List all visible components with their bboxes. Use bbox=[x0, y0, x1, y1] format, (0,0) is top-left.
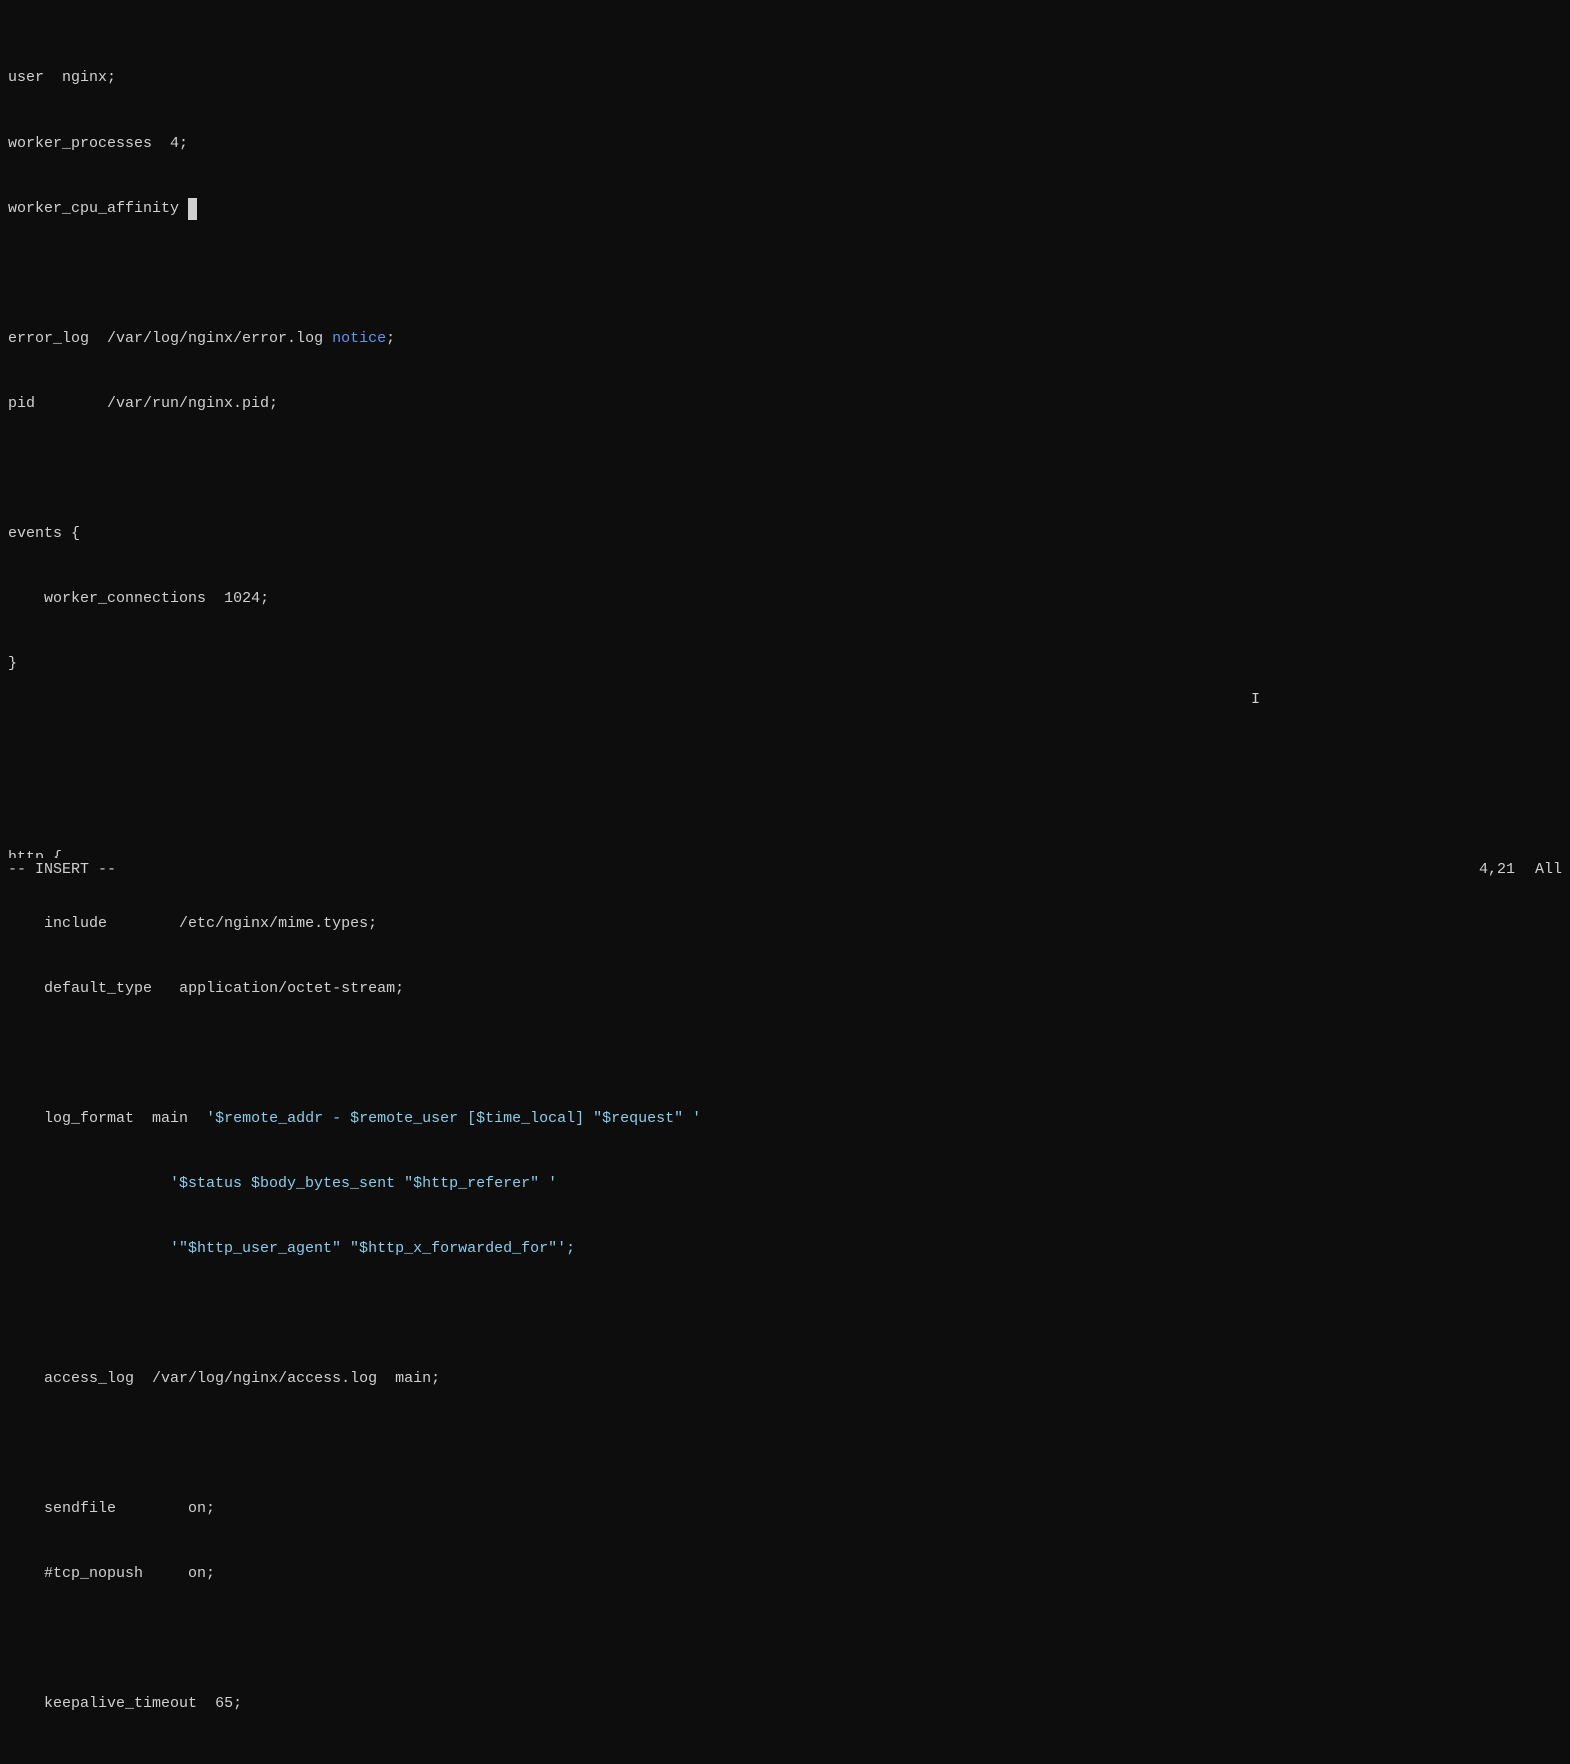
status-right: 4,21 All bbox=[1479, 859, 1562, 881]
line-4 bbox=[0, 263, 1570, 284]
scroll-position: All bbox=[1535, 859, 1562, 881]
line-6: pid /var/run/nginx.pid; bbox=[0, 393, 1570, 415]
cursor-position: 4,21 bbox=[1479, 859, 1515, 881]
status-bar: -- INSERT -- 4,21 All bbox=[0, 858, 1570, 882]
editor-container[interactable]: user nginx; worker_processes 4; worker_c… bbox=[0, 0, 1570, 882]
insert-mode-label: -- INSERT -- bbox=[8, 861, 116, 878]
line-2: worker_processes 4; bbox=[0, 133, 1570, 155]
line-24: #tcp_nopush on; bbox=[0, 1563, 1570, 1585]
line-18: '$status $body_bytes_sent "$http_referer… bbox=[0, 1173, 1570, 1195]
code-area: user nginx; worker_processes 4; worker_c… bbox=[0, 2, 1570, 1764]
line-22 bbox=[0, 1433, 1570, 1454]
line-26: keepalive_timeout 65; bbox=[0, 1693, 1570, 1715]
line-27 bbox=[0, 1758, 1570, 1764]
line-17: log_format main '$remote_addr - $remote_… bbox=[0, 1108, 1570, 1130]
line-9: worker_connections 1024; bbox=[0, 588, 1570, 610]
line-20 bbox=[0, 1303, 1570, 1324]
line-16 bbox=[0, 1043, 1570, 1064]
line-8: events { bbox=[0, 523, 1570, 545]
line-5: error_log /var/log/nginx/error.log notic… bbox=[0, 328, 1570, 350]
line-15: default_type application/octet-stream; bbox=[0, 978, 1570, 1000]
line-3: worker_cpu_affinity bbox=[0, 198, 1570, 220]
line-14: include /etc/nginx/mime.types; bbox=[0, 913, 1570, 935]
line-12 bbox=[0, 783, 1570, 804]
line-23: sendfile on; bbox=[0, 1498, 1570, 1520]
status-mode: -- INSERT -- bbox=[8, 859, 1479, 881]
line-21: access_log /var/log/nginx/access.log mai… bbox=[0, 1368, 1570, 1390]
line-25 bbox=[0, 1628, 1570, 1649]
cursor-indicator: I bbox=[1251, 689, 1260, 711]
line-10: } bbox=[0, 653, 1570, 675]
line-19: '"$http_user_agent" "$http_x_forwarded_f… bbox=[0, 1238, 1570, 1260]
line-11 bbox=[0, 718, 1570, 739]
line-1: user nginx; bbox=[0, 67, 1570, 89]
line-7 bbox=[0, 458, 1570, 479]
